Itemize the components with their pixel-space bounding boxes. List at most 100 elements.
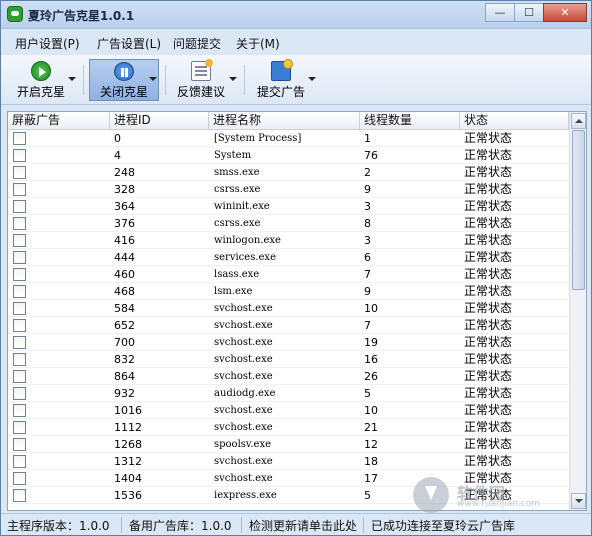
cell-pid: 468: [114, 285, 135, 298]
table-row[interactable]: 700 svchost.exe 19 正常状态: [8, 334, 569, 351]
table-row[interactable]: 444 services.exe 6 正常状态: [8, 249, 569, 266]
column-header-status[interactable]: 状态: [460, 112, 569, 130]
cell-process-name: svchost.exe: [214, 473, 273, 484]
table-row[interactable]: 376 csrss.exe 8 正常状态: [8, 215, 569, 232]
column-header-thread-count[interactable]: 线程数量: [360, 112, 460, 130]
block-ad-checkbox[interactable]: [13, 319, 26, 332]
cell-thread-count: 10: [364, 404, 378, 417]
feedback-button[interactable]: 反馈建议: [173, 59, 229, 101]
table-row[interactable]: 0 [System Process] 1 正常状态: [8, 130, 569, 147]
status-connection: 已成功连接至夏玲云广告库: [371, 519, 516, 533]
table-header: 屏蔽广告 进程ID 进程名称 线程数量 状态: [8, 112, 569, 130]
column-header-process-name[interactable]: 进程名称: [209, 112, 360, 130]
menu-user-settings[interactable]: 用户设置(P): [15, 35, 80, 52]
table-row[interactable]: 832 svchost.exe 16 正常状态: [8, 351, 569, 368]
table-row[interactable]: 1112 svchost.exe 21 正常状态: [8, 419, 569, 436]
feedback-dropdown-icon[interactable]: [229, 77, 237, 81]
cell-process-name: winlogon.exe: [214, 235, 281, 246]
block-ad-checkbox[interactable]: [13, 387, 26, 400]
maximize-button[interactable]: ☐: [514, 3, 544, 22]
block-ad-checkbox[interactable]: [13, 472, 26, 485]
check-update-link[interactable]: 检测更新请单击此处: [249, 517, 357, 534]
column-header-pid[interactable]: 进程ID: [110, 112, 209, 130]
table-row[interactable]: 864 svchost.exe 26 正常状态: [8, 368, 569, 385]
minimize-button[interactable]: —: [485, 3, 515, 22]
vertical-scrollbar[interactable]: [569, 112, 586, 510]
cell-process-name: svchost.exe: [214, 320, 273, 331]
scroll-up-button[interactable]: [571, 113, 586, 129]
submit-dropdown-icon[interactable]: [308, 77, 316, 81]
block-ad-checkbox[interactable]: [13, 438, 26, 451]
cell-pid: 1016: [114, 404, 142, 417]
column-header-block-ad[interactable]: 屏蔽广告: [8, 112, 110, 130]
cell-process-name: lsass.exe: [214, 269, 260, 280]
cell-status: 正常状态: [464, 250, 513, 264]
cell-status: 正常状态: [464, 369, 513, 383]
block-ad-checkbox[interactable]: [13, 149, 26, 162]
table-row[interactable]: 584 svchost.exe 10 正常状态: [8, 300, 569, 317]
block-ad-checkbox[interactable]: [13, 489, 26, 502]
block-ad-checkbox[interactable]: [13, 353, 26, 366]
cell-process-name: svchost.exe: [214, 303, 273, 314]
block-ad-checkbox[interactable]: [13, 183, 26, 196]
block-ad-checkbox[interactable]: [13, 132, 26, 145]
menu-ad-settings[interactable]: 广告设置(L): [97, 35, 161, 52]
status-bar: 主程序版本：1.0.0 备用广告库：1.0.0 检测更新请单击此处 已成功连接至…: [1, 513, 591, 535]
table-row[interactable]: 416 winlogon.exe 3 正常状态: [8, 232, 569, 249]
start-dropdown-icon[interactable]: [68, 77, 76, 81]
table-row[interactable]: 1016 svchost.exe 10 正常状态: [8, 402, 569, 419]
cell-status: 正常状态: [464, 301, 513, 315]
stop-button-label: 关闭克星: [99, 85, 148, 99]
cell-status: 正常状态: [464, 267, 513, 281]
title-bar[interactable]: 夏玲广告克星1.0.1 — ☐ ✕: [1, 1, 591, 29]
cell-thread-count: 10: [364, 302, 378, 315]
table-row[interactable]: 468 lsm.exe 9 正常状态: [8, 283, 569, 300]
cell-status: 正常状态: [464, 182, 513, 196]
submit-ad-button[interactable]: 提交广告: [253, 59, 309, 101]
cell-process-name: System: [214, 150, 252, 161]
table-row[interactable]: 652 svchost.exe 7 正常状态: [8, 317, 569, 334]
cell-pid: 0: [114, 132, 121, 145]
table-row[interactable]: 4 System 76 正常状态: [8, 147, 569, 164]
block-ad-checkbox[interactable]: [13, 455, 26, 468]
start-button[interactable]: 开启克星: [11, 59, 71, 101]
block-ad-checkbox[interactable]: [13, 217, 26, 230]
stop-dropdown-icon[interactable]: [149, 77, 157, 81]
block-ad-checkbox[interactable]: [13, 268, 26, 281]
table-row[interactable]: 248 smss.exe 2 正常状态: [8, 164, 569, 181]
status-ad-library-version: 备用广告库：1.0.0: [129, 519, 232, 533]
status-separator: [121, 517, 122, 533]
block-ad-checkbox[interactable]: [13, 336, 26, 349]
cell-thread-count: 2: [364, 166, 371, 179]
cell-pid: 584: [114, 302, 135, 315]
block-ad-checkbox[interactable]: [13, 421, 26, 434]
table-row[interactable]: 1268 spoolsv.exe 12 正常状态: [8, 436, 569, 453]
close-button[interactable]: ✕: [543, 3, 587, 22]
cell-process-name: spoolsv.exe: [214, 439, 272, 450]
block-ad-checkbox[interactable]: [13, 302, 26, 315]
table-row[interactable]: 1312 svchost.exe 18 正常状态: [8, 453, 569, 470]
block-ad-checkbox[interactable]: [13, 251, 26, 264]
block-ad-checkbox[interactable]: [13, 234, 26, 247]
menu-about[interactable]: 关于(M): [236, 35, 280, 52]
block-ad-checkbox[interactable]: [13, 285, 26, 298]
cell-process-name: svchost.exe: [214, 456, 273, 467]
cell-thread-count: 16: [364, 353, 378, 366]
cell-process-name: svchost.exe: [214, 337, 273, 348]
block-ad-checkbox[interactable]: [13, 200, 26, 213]
cell-process-name: audiodg.exe: [214, 388, 276, 399]
menu-report-issue[interactable]: 问题提交: [173, 35, 221, 52]
menu-bar: 用户设置(P) 广告设置(L) 问题提交 关于(M): [1, 29, 591, 55]
start-button-label: 开启克星: [16, 85, 65, 99]
block-ad-checkbox[interactable]: [13, 370, 26, 383]
table-row[interactable]: 932 audiodg.exe 5 正常状态: [8, 385, 569, 402]
scroll-thumb[interactable]: [572, 130, 585, 290]
cell-pid: 248: [114, 166, 135, 179]
block-ad-checkbox[interactable]: [13, 404, 26, 417]
cell-status: 正常状态: [464, 199, 513, 213]
table-row[interactable]: 328 csrss.exe 9 正常状态: [8, 181, 569, 198]
table-row[interactable]: 364 wininit.exe 3 正常状态: [8, 198, 569, 215]
block-ad-checkbox[interactable]: [13, 166, 26, 179]
table-row[interactable]: 460 lsass.exe 7 正常状态: [8, 266, 569, 283]
play-icon: [31, 61, 51, 81]
